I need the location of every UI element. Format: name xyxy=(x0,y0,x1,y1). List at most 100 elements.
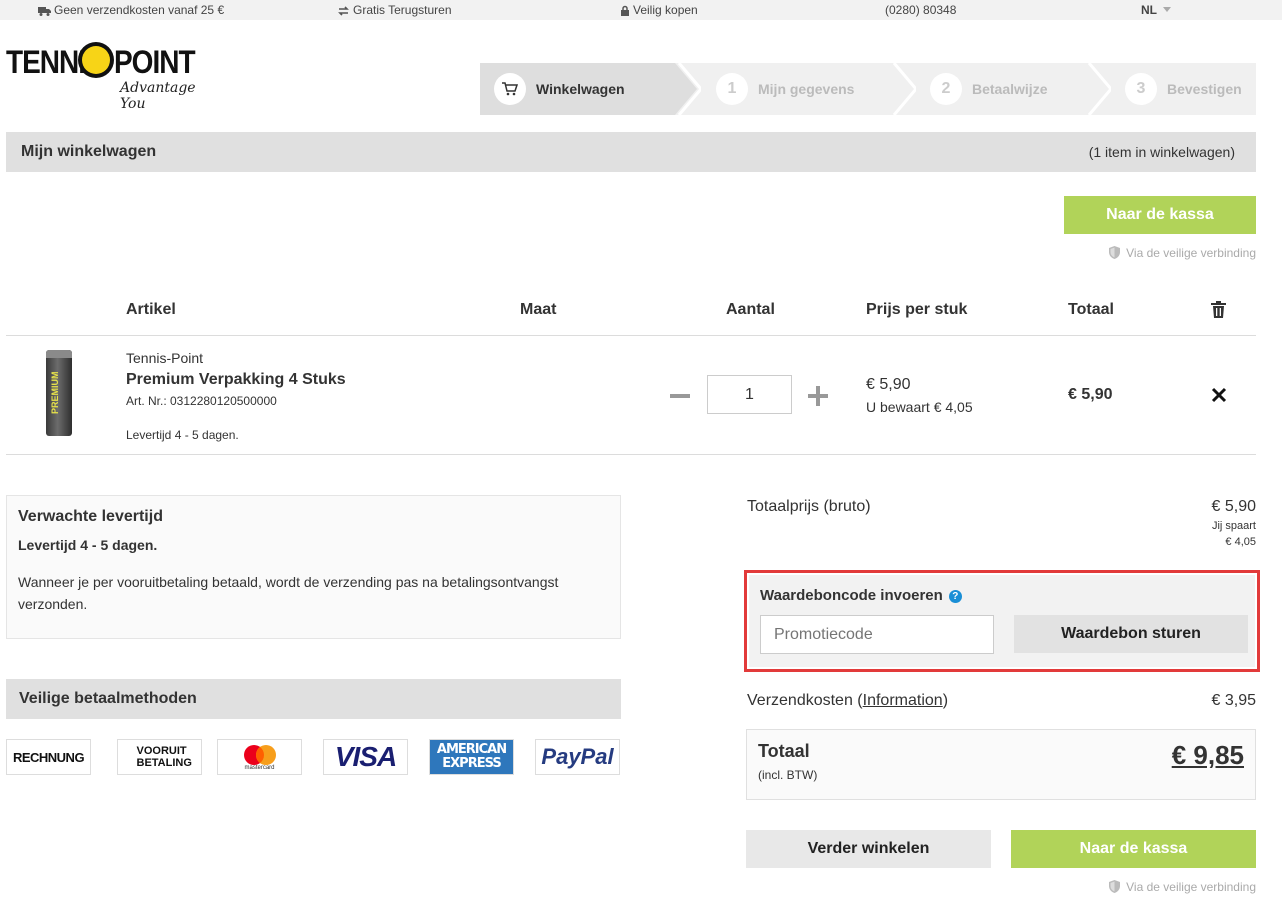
trash-icon[interactable] xyxy=(1211,301,1226,318)
payment-logo-paypal: PayPal xyxy=(535,739,620,775)
lock-icon xyxy=(621,5,629,16)
step-winkelwagen: Winkelwagen xyxy=(494,63,625,115)
secure-connection-bottom: Via de veilige verbinding xyxy=(1109,880,1256,894)
product-delivery-time: Levertijd 4 - 5 dagen. xyxy=(126,428,239,442)
step-betaalwijze: 2 Betaalwijze xyxy=(930,63,1047,115)
topbar-shipping-text: Geen verzendkosten vanaf 25 € xyxy=(54,3,225,17)
order-total-value: € 9,85 xyxy=(1171,740,1244,770)
product-image[interactable]: PREMIUM xyxy=(46,350,72,436)
row-total: € 5,90 xyxy=(1068,386,1113,403)
header-quantity: Aantal xyxy=(726,301,775,318)
step-label: Mijn gegevens xyxy=(758,81,855,97)
coupon-title: Waardeboncode invoeren? xyxy=(760,587,962,604)
step-number: 1 xyxy=(716,73,748,105)
topbar-returns-text: Gratis Terugsturen xyxy=(353,3,452,17)
secure-connection-top: Via de veilige verbinding xyxy=(1109,246,1256,260)
topbar-secure-text: Veilig kopen xyxy=(633,3,698,17)
step-bevestigen: 3 Bevestigen xyxy=(1125,63,1242,115)
quantity-input[interactable] xyxy=(707,375,792,414)
step-number: 2 xyxy=(930,73,962,105)
paypal-text: PayPal xyxy=(541,744,614,769)
tennis-ball-icon xyxy=(78,42,114,78)
step-chevron xyxy=(675,63,701,115)
shipping-info-link[interactable]: Information xyxy=(863,692,943,709)
payment-logo-visa: VISA xyxy=(323,739,408,775)
delivery-info-subtitle: Levertijd 4 - 5 dagen. xyxy=(18,537,158,553)
remove-item-icon[interactable] xyxy=(1210,386,1228,404)
checkout-steps: Winkelwagen 1 Mijn gegevens 2 Betaalwijz… xyxy=(480,63,1256,115)
coupon-title-text: Waardeboncode invoeren xyxy=(760,587,943,604)
payment-logo-rechnung: RECHNUNG xyxy=(6,739,91,775)
product-article-number: Art. Nr.: 0312280120500000 xyxy=(126,394,277,408)
gross-total-value: € 5,90 xyxy=(1211,498,1256,515)
submit-coupon-button[interactable]: Waardebon sturen xyxy=(1014,615,1248,653)
step-label: Betaalwijze xyxy=(972,81,1048,97)
payment-logo-vooruit-betaling: VOORUIT BETALING xyxy=(117,739,202,775)
return-arrows-icon xyxy=(338,6,349,16)
step-label: Winkelwagen xyxy=(536,81,625,97)
topbar-secure: Veilig kopen xyxy=(620,3,698,17)
header-total: Totaal xyxy=(1068,301,1114,318)
savings-value: € 4,05 xyxy=(1225,536,1256,548)
shipping-value: € 3,95 xyxy=(1211,692,1256,709)
cart-icon xyxy=(494,73,526,105)
delivery-info-title: Verwachte levertijd xyxy=(18,508,163,525)
shipping-label: Verzendkosten (Information) xyxy=(747,692,949,709)
logo-tagline: Advantage You xyxy=(120,80,196,112)
logo-text-right: POINT xyxy=(114,44,196,80)
header-unit-price: Prijs per stuk xyxy=(866,301,968,318)
topbar-phone: (0280) 80348 xyxy=(885,3,957,17)
caret-down-icon xyxy=(1163,7,1171,12)
step-chevron xyxy=(1087,63,1111,115)
order-total-box: Totaal (incl. BTW) € 9,85 xyxy=(746,729,1256,800)
cart-header: Mijn winkelwagen (1 item in winkelwagen) xyxy=(6,132,1256,172)
product-brand: Tennis-Point xyxy=(126,350,204,366)
topbar-returns: Gratis Terugsturen xyxy=(337,3,452,17)
help-icon[interactable]: ? xyxy=(948,590,962,603)
shipping-label-text: Verzendkosten xyxy=(747,692,853,709)
checkout-button-bottom[interactable]: Naar de kassa xyxy=(1011,830,1256,868)
payment-logo-mastercard: mastercard xyxy=(217,739,302,775)
coupon-section: Waardeboncode invoeren? Waardebon sturen xyxy=(744,570,1260,672)
delivery-info-text: Wanneer je per vooruitbetaling betaald, … xyxy=(18,574,559,612)
top-bar: Geen verzendkosten vanaf 25 € Gratis Ter… xyxy=(0,0,1282,20)
coupon-panel: Waardeboncode invoeren? Waardebon sturen xyxy=(749,575,1255,667)
cart-item-count: (1 item in winkelwagen) xyxy=(1088,144,1235,160)
payment-methods-title: Veilige betaalmethoden xyxy=(19,690,197,707)
gross-total-label: Totaalprijs (bruto) xyxy=(747,498,871,515)
quantity-increase-button[interactable] xyxy=(808,386,828,406)
visa-text: VISA xyxy=(334,741,397,772)
step-number: 3 xyxy=(1125,73,1157,105)
table-divider xyxy=(6,335,1256,336)
header-size: Maat xyxy=(520,301,557,318)
continue-shopping-button[interactable]: Verder winkelen xyxy=(746,830,991,868)
tennis-point-logo[interactable]: TENNIS POINT Advantage You xyxy=(6,38,216,112)
rechnung-text: RECHNUNG xyxy=(12,749,85,765)
header-article: Artikel xyxy=(126,301,176,318)
language-label: NL xyxy=(1141,3,1157,17)
product-name[interactable]: Premium Verpakking 4 Stuks xyxy=(126,371,346,389)
quantity-decrease-button[interactable] xyxy=(670,394,690,398)
step-mijn-gegevens: 1 Mijn gegevens xyxy=(716,63,854,115)
language-selector[interactable]: NL xyxy=(1141,3,1171,17)
shield-icon xyxy=(1109,880,1121,893)
topbar-shipping: Geen verzendkosten vanaf 25 € xyxy=(38,3,224,17)
promo-code-input[interactable] xyxy=(760,615,994,654)
savings-label: Jij spaart xyxy=(1211,520,1256,532)
payment-methods-header: Veilige betaalmethoden xyxy=(6,679,621,719)
vooruit-betaling-text: VOORUIT BETALING xyxy=(136,745,192,769)
checkout-button-top[interactable]: Naar de kassa xyxy=(1064,196,1256,234)
shield-icon xyxy=(1109,246,1121,259)
step-chevron xyxy=(892,63,916,115)
amex-text: AMERICAN EXPRESS xyxy=(436,742,507,771)
secure-connection-text: Via de veilige verbinding xyxy=(1126,880,1256,894)
order-total-vat-note: (incl. BTW) xyxy=(758,768,818,782)
product-image-label: PREMIUM xyxy=(50,371,60,415)
secure-connection-text: Via de veilige verbinding xyxy=(1126,246,1256,260)
mastercard-text: mastercard xyxy=(244,765,275,771)
truck-icon xyxy=(38,7,51,16)
delivery-info-box: Verwachte levertijd Levertijd 4 - 5 dage… xyxy=(6,495,621,639)
cart-title: Mijn winkelwagen xyxy=(21,143,157,160)
order-total-label: Totaal xyxy=(758,741,810,761)
step-label: Bevestigen xyxy=(1167,81,1242,97)
